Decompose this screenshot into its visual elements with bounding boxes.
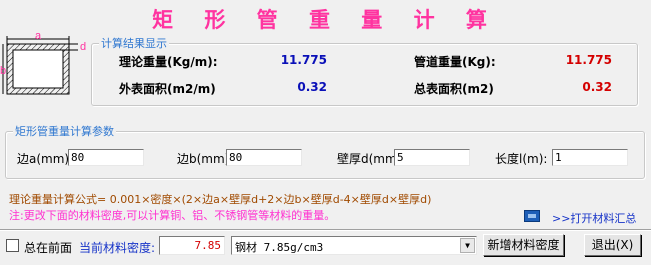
length-label: 长度l(m): xyxy=(495,152,548,166)
density-input[interactable]: 7.85 xyxy=(159,236,225,255)
side-a-label: 边a(mm): xyxy=(17,152,74,166)
results-legend: 计算结果显示 xyxy=(99,35,169,51)
always-on-top-checkbox[interactable] xyxy=(6,239,19,252)
exit-button[interactable]: 退出(X) xyxy=(584,234,641,256)
formula-text: 理论重量计算公式= 0.001×密度×(2×边a×壁厚d+2×边b×壁厚d-4×… xyxy=(9,193,432,206)
outer-area-value: 0.32 xyxy=(297,80,327,94)
side-b-input[interactable]: 80 xyxy=(226,149,302,166)
outer-area-label: 外表面积(m2/m) xyxy=(119,82,216,96)
side-b-label: 边b(mm): xyxy=(177,152,234,166)
side-a-input[interactable]: 80 xyxy=(68,149,144,166)
pipe-weight-value: 11.775 xyxy=(565,53,612,67)
new-material-button[interactable]: 新增材料密度 xyxy=(483,234,564,256)
length-input[interactable]: 1 xyxy=(552,149,628,166)
always-on-top-label[interactable]: 总在前面 xyxy=(24,239,72,256)
note-text: 注:更改下面的材料密度,可以计算铜、铝、不锈钢管等材料的重量。 xyxy=(9,209,336,222)
library-icon[interactable] xyxy=(524,210,540,222)
section-diagram: a b d xyxy=(0,30,86,95)
open-library-link[interactable]: >>打开材料汇总 xyxy=(552,210,636,226)
diagram-label-a: a xyxy=(35,30,42,42)
material-selected-value: 钢材 7.85g/cm3 xyxy=(235,241,324,254)
total-area-label: 总表面积(m2) xyxy=(414,82,494,96)
chevron-down-icon[interactable]: ▼ xyxy=(460,238,475,253)
total-area-value: 0.32 xyxy=(582,80,612,94)
separator xyxy=(0,229,651,231)
material-select[interactable]: 钢材 7.85g/cm3 ▼ xyxy=(231,236,477,255)
diagram-label-d: d xyxy=(80,41,86,53)
diagram-label-b: b xyxy=(0,65,6,77)
theory-weight-label: 理论重量(Kg/m): xyxy=(119,55,218,69)
pipe-weight-label: 管道重量(Kg): xyxy=(414,55,496,69)
theory-weight-value: 11.775 xyxy=(280,53,327,67)
density-label: 当前材料密度: xyxy=(79,241,156,255)
page-title: 矩 形 管 重 量 计 算 xyxy=(152,7,499,32)
thickness-input[interactable]: 5 xyxy=(394,149,470,166)
params-legend: 矩形管重量计算参数 xyxy=(13,123,116,139)
